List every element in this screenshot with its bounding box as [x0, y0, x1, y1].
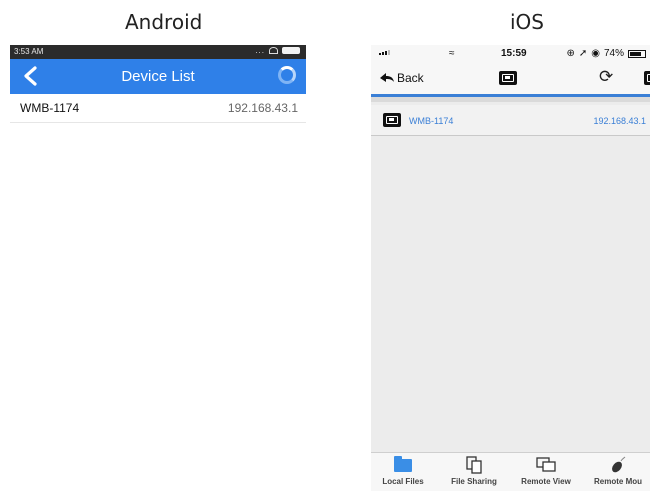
alarm-icon: ◉ — [591, 48, 600, 59]
wifi-icon: ≈ — [449, 48, 455, 59]
status-time: 3:53 AM — [14, 47, 44, 56]
tab-local-files[interactable]: Local Files — [371, 455, 438, 486]
page-title: Device List — [121, 68, 195, 85]
device-connect-icon[interactable] — [644, 71, 650, 85]
device-icon — [383, 113, 401, 127]
remote-mouse-icon — [612, 456, 626, 473]
android-status-bar: 3:53 AM ... — [10, 45, 306, 59]
signal-icon — [379, 50, 390, 55]
lock-rotation-icon: ⊕ — [566, 48, 575, 59]
device-logo-icon — [499, 71, 517, 85]
battery-icon — [628, 49, 646, 58]
tab-remote-view[interactable]: Remote View — [511, 455, 581, 486]
device-ip: 192.168.43.1 — [227, 101, 298, 115]
back-arrow-icon — [380, 73, 394, 82]
tab-label: Local Files — [382, 477, 424, 486]
tab-label: Remote Mou — [594, 477, 642, 486]
device-list-item[interactable]: WMB-1174 192.168.43.1 — [10, 95, 306, 123]
ios-status-bar: ≈ 15:59 ⊕ ➚ ◉ 74% — [371, 45, 650, 63]
tab-file-sharing[interactable]: File Sharing — [439, 455, 509, 486]
tab-bar: Local Files File Sharing Remote View Rem… — [371, 452, 650, 491]
device-name: WMB-1174 — [20, 101, 80, 115]
remote-view-icon — [536, 457, 556, 472]
location-icon: ➚ — [578, 48, 588, 59]
android-screen: 3:53 AM ... Device List WMB-1174 192.168… — [10, 45, 306, 485]
tab-remote-mouse[interactable]: Remote Mou — [583, 455, 650, 486]
back-button[interactable]: Back — [379, 71, 424, 85]
status-time: 15:59 — [501, 48, 527, 59]
tab-label: Remote View — [521, 477, 571, 486]
ios-section-label: iOS — [510, 10, 544, 34]
ios-nav-bar: Back ⟳ — [371, 63, 650, 94]
refresh-spinner-icon[interactable] — [278, 66, 296, 84]
device-ip: 192.168.43.1 — [593, 116, 646, 126]
tab-label: File Sharing — [451, 477, 497, 486]
folder-icon — [394, 455, 412, 472]
battery-icon — [282, 47, 300, 54]
file-sharing-icon — [466, 456, 482, 474]
ios-screen: ≈ 15:59 ⊕ ➚ ◉ 74% Back ⟳ WMB-1174 192.16… — [371, 45, 650, 491]
wifi-icon — [269, 47, 278, 54]
device-name: WMB-1174 — [409, 116, 454, 126]
refresh-icon[interactable]: ⟳ — [599, 69, 613, 86]
android-app-bar: Device List — [10, 59, 306, 94]
android-section-label: Android — [125, 10, 203, 34]
status-more: ... — [255, 46, 265, 55]
device-list-item[interactable]: WMB-1174 192.168.43.1 — [371, 105, 650, 136]
back-label: Back — [397, 71, 424, 85]
nav-shadow — [371, 97, 650, 102]
battery-percent: 74% — [603, 48, 624, 59]
